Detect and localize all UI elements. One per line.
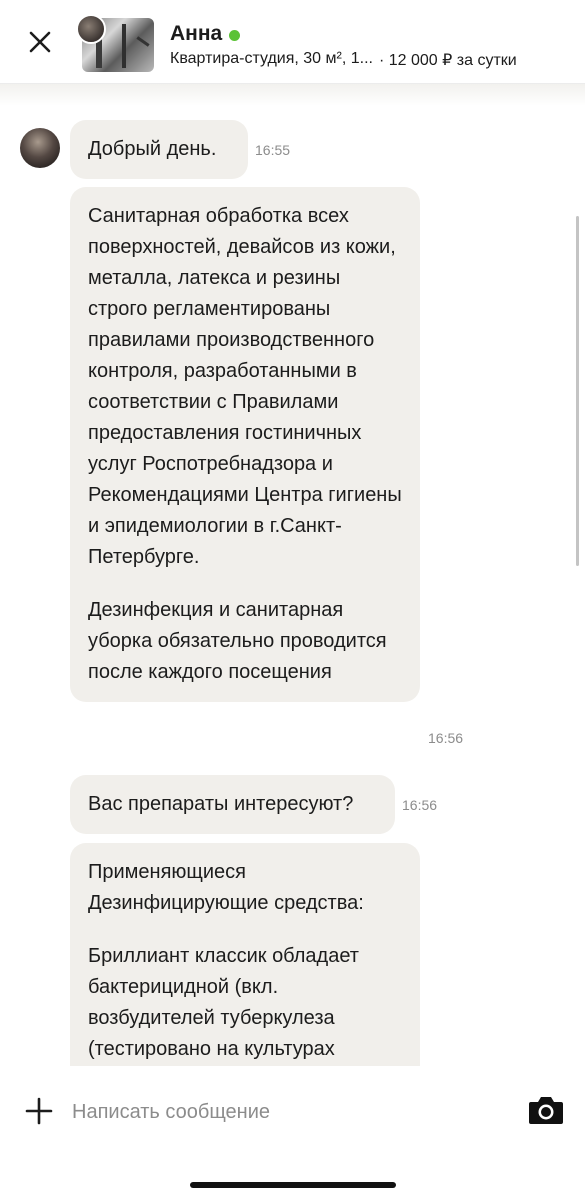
chat-header: Анна Квартира-студия, 30 м², 1... · 12 0… (0, 0, 585, 84)
listing-title: Квартира-студия, 30 м², 1... (170, 50, 373, 67)
message-bubble[interactable]: Применяющиеся Дезинфицирующие средства: … (70, 843, 420, 1066)
message-bubble[interactable]: Вас препараты интересуют? (70, 775, 395, 834)
home-indicator (190, 1182, 396, 1188)
listing-summary[interactable]: Квартира-студия, 30 м², 1... · 12 000 ₽ … (170, 50, 570, 70)
listing-price: · 12 000 ₽ за сутки (378, 52, 517, 69)
message-time: 16:55 (255, 142, 291, 158)
message-composer (0, 1066, 585, 1200)
message-list[interactable]: Добрый день. 16:55 Санитарная обработка … (0, 84, 585, 1066)
message-time: 16:56 (402, 797, 438, 813)
close-icon[interactable] (22, 28, 56, 58)
message-text: Санитарная обработка всех поверхностей, … (88, 205, 402, 568)
online-status-dot (229, 30, 240, 41)
host-avatar (76, 14, 106, 44)
message-bubble[interactable]: Добрый день. (70, 120, 248, 179)
camera-icon[interactable] (527, 1094, 565, 1126)
listing-thumbnail[interactable] (76, 14, 156, 74)
chat-top-shadow (0, 84, 585, 106)
message-text: Применяющиеся Дезинфицирующие средства: (88, 861, 364, 914)
message-bubble[interactable]: Санитарная обработка всех поверхностей, … (70, 187, 420, 702)
contact-name[interactable]: Анна (170, 22, 222, 46)
message-text: Бриллиант классик обладает бактерицидной… (88, 945, 359, 1060)
message-input[interactable] (72, 1092, 502, 1132)
sender-avatar[interactable] (20, 128, 60, 168)
message-text: Дезинфекция и санитарная уборка обязател… (88, 599, 387, 683)
plus-icon[interactable] (24, 1096, 54, 1126)
message-time: 16:56 (428, 730, 464, 746)
message-text: Добрый день. (88, 138, 217, 160)
chat-scrollbar[interactable] (576, 216, 579, 566)
message-text: Вас препараты интересуют? (88, 793, 354, 815)
